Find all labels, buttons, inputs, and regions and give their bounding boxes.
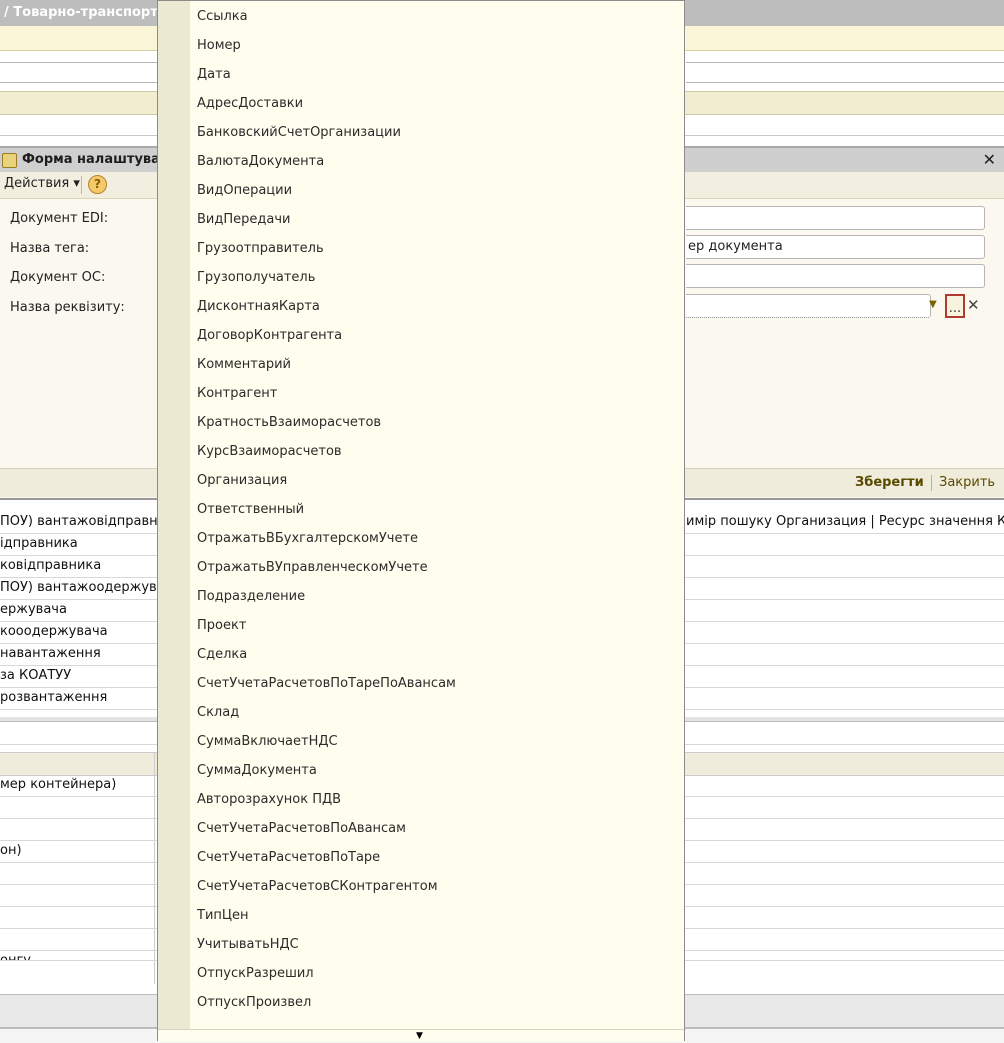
dropdown-item[interactable]: УчитыватьНДС <box>197 937 299 952</box>
dropdown-item[interactable]: ОтпускРазрешил <box>197 966 314 981</box>
table-cell-name: ідправника <box>0 536 78 551</box>
dropdown-item[interactable]: Организация <box>197 473 287 488</box>
dropdown-item[interactable]: ОтражатьВУправленческомУчете <box>197 560 428 575</box>
table-cell-name: ержувача <box>0 602 67 617</box>
edi-document-field[interactable] <box>686 206 985 230</box>
dropdown-item[interactable]: Сделка <box>197 647 247 662</box>
dropdown-item[interactable]: ОтражатьВБухгалтерскомУчете <box>197 531 418 546</box>
select-button[interactable]: ... <box>945 294 965 318</box>
dropdown-item[interactable]: Контрагент <box>197 386 277 401</box>
attribute-dropdown-list[interactable]: Ссылка Номер Дата АдресДоставки БанковскийСч… <box>157 0 685 1042</box>
table-cell-name: ПОУ) вантажовідправни <box>0 514 167 529</box>
toolbar-separator <box>81 176 82 194</box>
dialog-title: Форма налаштува <box>22 152 160 167</box>
dropdown-item[interactable]: Склад <box>197 705 239 720</box>
dropdown-item[interactable]: СчетУчетаРасчетовСКонтрагентом <box>197 879 438 894</box>
dropdown-item[interactable]: ДоговорКонтрагента <box>197 328 342 343</box>
close-button[interactable]: Закрить <box>939 475 995 490</box>
os-document-field[interactable] <box>686 264 985 288</box>
tag-name-field[interactable]: ер документа <box>686 235 985 259</box>
table-cell-name: он) <box>0 843 22 858</box>
dropdown-item[interactable]: ТипЦен <box>197 908 248 923</box>
attribute-name-label: Назва реквізиту: <box>10 300 125 315</box>
table-cell-name: за КОАТУУ <box>0 668 72 683</box>
background-field-right[interactable] <box>686 62 1004 83</box>
dropdown-item[interactable]: ВидПередачи <box>197 212 290 227</box>
dropdown-item[interactable]: АдресДоставки <box>197 96 303 111</box>
dropdown-item[interactable]: СуммаВключаетНДС <box>197 734 338 749</box>
dropdown-item[interactable]: СчетУчетаРасчетовПоТареПоАвансам <box>197 676 456 691</box>
dropdown-item[interactable]: ДисконтнаяКарта <box>197 299 320 314</box>
dropdown-item[interactable]: Комментарий <box>197 357 291 372</box>
os-document-label: Документ ОС: <box>10 270 106 285</box>
dropdown-item[interactable]: Подразделение <box>197 589 305 604</box>
dropdown-item[interactable]: Авторозрахунок ПДВ <box>197 792 341 807</box>
save-button[interactable]: Зберегти <box>855 475 924 490</box>
table-cell-name: навантаження <box>0 646 101 661</box>
dropdown-item[interactable]: Номер <box>197 38 241 53</box>
scroll-down-icon[interactable]: ▼ <box>416 1031 423 1041</box>
table-cell-name: мер контейнера) <box>0 777 117 792</box>
dropdown-gutter <box>158 1 190 1029</box>
dropdown-item[interactable]: Ответственный <box>197 502 304 517</box>
edi-document-label: Документ EDI: <box>10 211 109 226</box>
dropdown-item[interactable]: ВидОперации <box>197 183 292 198</box>
window-title: / Товарно-транспорт <box>4 5 158 20</box>
dropdown-item[interactable]: ОтпускПроизвел <box>197 995 311 1010</box>
dropdown-scroll-down[interactable]: ▼ <box>158 1029 684 1042</box>
dropdown-item[interactable]: КурсВзаиморасчетов <box>197 444 342 459</box>
table-cell-name: ковідправника <box>0 558 102 573</box>
dropdown-item[interactable]: Грузополучатель <box>197 270 315 285</box>
table-cell-name: ПОУ) вантажоодержува <box>0 580 165 595</box>
dropdown-item[interactable]: СчетУчетаРасчетовПоАвансам <box>197 821 406 836</box>
footer-separator <box>931 475 932 491</box>
table-cell-name: розвантаження <box>0 690 108 705</box>
attribute-name-field[interactable] <box>686 294 931 318</box>
table-cell-value: имір пошуку Организация | Ресурс значенн… <box>686 514 1004 529</box>
tag-name-label: Назва тега: <box>10 241 90 256</box>
dropdown-item[interactable]: БанковскийСчетОрганизации <box>197 125 401 140</box>
actions-menu-button[interactable]: Действия ▾ <box>4 176 80 191</box>
dropdown-item[interactable]: Дата <box>197 67 231 82</box>
dialog-close-icon[interactable]: ✕ <box>983 150 996 169</box>
dropdown-arrow-icon[interactable]: ▼ <box>929 299 937 310</box>
clear-icon[interactable]: ✕ <box>967 296 980 314</box>
dropdown-item[interactable]: СуммаДокумента <box>197 763 317 778</box>
dropdown-item[interactable]: Грузоотправитель <box>197 241 324 256</box>
background-field-left[interactable] <box>0 62 159 83</box>
help-icon[interactable]: ? <box>88 175 107 194</box>
form-settings-icon <box>2 153 17 168</box>
table-cell-name: кооодержувача <box>0 624 108 639</box>
dropdown-item[interactable]: СчетУчетаРасчетовПоТаре <box>197 850 380 865</box>
dropdown-item[interactable]: КратностьВзаиморасчетов <box>197 415 381 430</box>
dropdown-item[interactable]: Проект <box>197 618 246 633</box>
table-cell-name: онгу <box>0 953 31 961</box>
dropdown-item[interactable]: ВалютаДокумента <box>197 154 324 169</box>
dropdown-item[interactable]: Ссылка <box>197 9 248 24</box>
